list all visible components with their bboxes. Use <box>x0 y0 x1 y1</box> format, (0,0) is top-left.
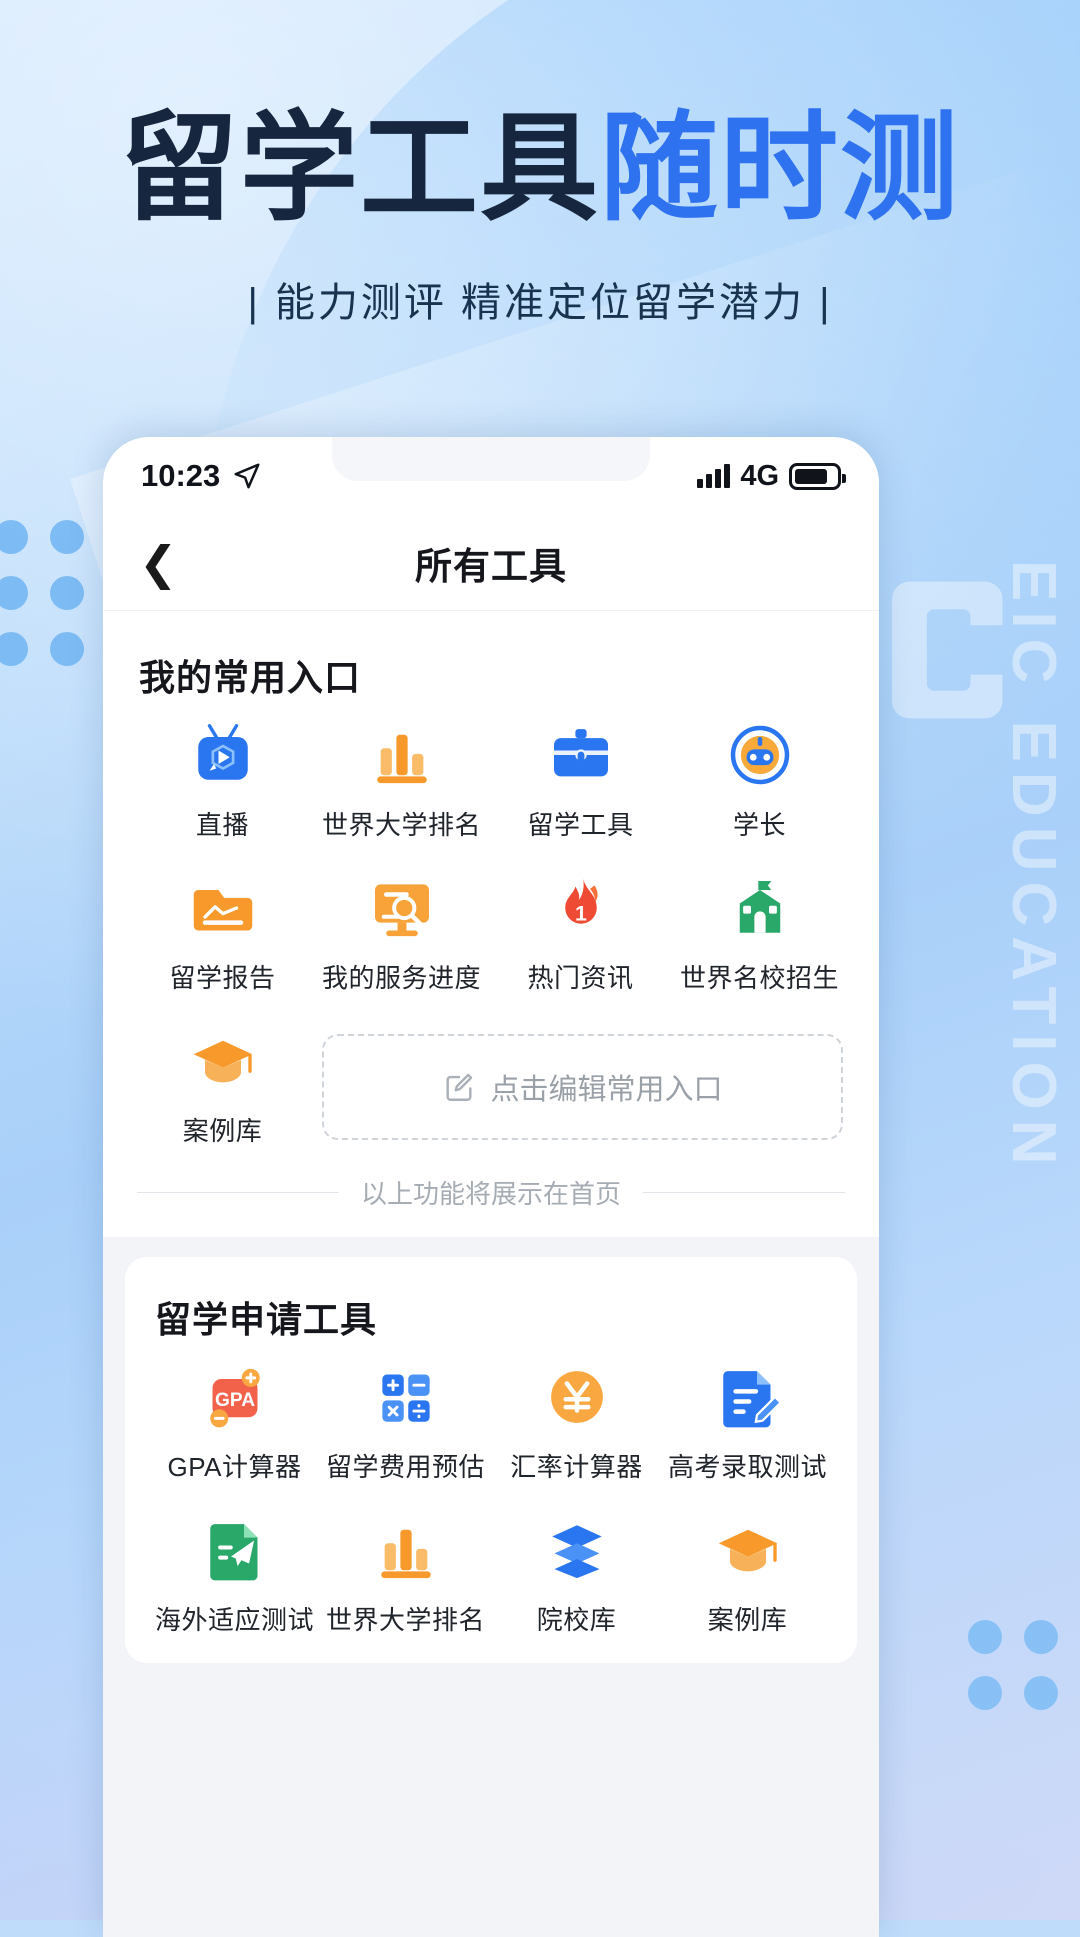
section-title-application-tools: 留学申请工具 <box>155 1299 378 1340</box>
status-bar: 10:23 4G <box>103 437 879 515</box>
signal-bars-icon <box>697 464 731 488</box>
toolbox-icon <box>553 729 608 777</box>
graduation-cap-icon <box>193 1040 252 1083</box>
tool-tile-graduation-cap[interactable]: 案例库 <box>133 1025 312 1148</box>
status-time: 10:23 <box>141 458 221 493</box>
tool-tile-currency-yen[interactable]: 汇率计算器 <box>491 1361 662 1484</box>
bar-chart-icon <box>376 734 427 784</box>
graduation-cap-icon <box>718 1529 777 1572</box>
tool-tile-label: 热门资讯 <box>527 963 634 993</box>
tool-tile-senior-avatar[interactable]: 学长 <box>670 719 849 842</box>
airplane-test-icon <box>209 1524 257 1581</box>
svg-text:GPA: GPA <box>215 1390 255 1411</box>
svg-text:1: 1 <box>575 901 587 925</box>
screen-body[interactable]: 我的常用入口 直播 世界大学排名 留学工具 学长 留学报告 我的服务进度 1 热… <box>103 611 879 1937</box>
poster-headline: 留学工具随时测 <box>0 107 1080 232</box>
campus-icon <box>739 881 780 933</box>
edit-square-icon <box>446 1073 473 1101</box>
currency-yen-icon <box>550 1371 603 1423</box>
decorative-dot-grid-left <box>0 520 84 666</box>
section-title-my-shortcuts: 我的常用入口 <box>139 657 362 698</box>
page-title: 所有工具 <box>415 545 567 587</box>
tool-tile-graduation-cap[interactable]: 案例库 <box>662 1514 833 1637</box>
exam-paper-icon <box>722 1371 782 1428</box>
tool-tile-label: 世界名校招生 <box>679 963 839 993</box>
tool-tile-label: 我的服务进度 <box>321 963 481 993</box>
tool-tile-monitor-search[interactable]: 我的服务进度 <box>312 872 491 995</box>
shortcut-grid: 直播 世界大学排名 留学工具 学长 留学报告 我的服务进度 1 热门资讯 世界名… <box>133 719 849 1148</box>
live-tv-icon <box>197 724 248 780</box>
tool-tile-label: 留学报告 <box>169 963 276 993</box>
phone-notch <box>332 437 650 481</box>
edit-shortcuts-button[interactable]: 点击编辑常用入口 <box>322 1033 843 1140</box>
tool-tile-calculator[interactable]: 留学费用预估 <box>320 1361 491 1484</box>
edit-shortcuts-label: 点击编辑常用入口 <box>490 1073 723 1106</box>
tool-tile-campus[interactable]: 世界名校招生 <box>670 872 849 995</box>
monitor-search-icon <box>374 884 429 937</box>
tool-tile-label: 世界大学排名 <box>321 810 481 840</box>
flame-icon: 1 <box>564 878 598 925</box>
tool-tile-label: GPA计算器 <box>167 1452 302 1482</box>
section-footer-hint: 以上功能将展示在首页 <box>137 1174 846 1211</box>
tool-tile-report-folder[interactable]: 留学报告 <box>133 872 312 995</box>
bar-chart-icon <box>380 1529 431 1579</box>
tool-tile-label: 案例库 <box>182 1116 263 1146</box>
tool-tile-label: 直播 <box>195 810 249 840</box>
decorative-dot-grid-right <box>968 1620 1080 1710</box>
application-tools-grid: GPA GPA计算器 留学费用预估 汇率计算器 高考录取测试 海外适应测试 世界… <box>149 1361 833 1637</box>
section-my-shortcuts: 我的常用入口 直播 世界大学排名 留学工具 学长 留学报告 我的服务进度 1 热… <box>103 611 879 1237</box>
calculator-icon <box>381 1374 430 1422</box>
report-folder-icon <box>193 890 252 931</box>
hint-text: 以上功能将展示在首页 <box>361 1179 622 1209</box>
tool-tile-label: 留学工具 <box>527 810 634 840</box>
tool-tile-airplane-test[interactable]: 海外适应测试 <box>149 1514 320 1637</box>
back-button[interactable]: ❮ <box>139 540 178 586</box>
network-type-label: 4G <box>740 459 779 492</box>
section-application-tools: 留学申请工具 GPA GPA计算器 留学费用预估 汇率计算器 高考录取测试 海外… <box>125 1257 857 1663</box>
brand-watermark-text: EIC EDUCATION <box>999 560 1068 1175</box>
tool-tile-label: 世界大学排名 <box>325 1605 485 1635</box>
subtitle-bar-left: | <box>247 281 261 325</box>
hint-divider-left <box>137 1192 339 1193</box>
gpa-calculator-icon: GPA <box>209 1368 260 1428</box>
tool-tile-bar-chart[interactable]: 世界大学排名 <box>320 1514 491 1637</box>
tool-tile-label: 留学费用预估 <box>325 1452 485 1482</box>
subtitle-bar-right: | <box>819 281 833 325</box>
headline-part-dark: 留学工具 <box>119 103 600 235</box>
tool-tile-label: 汇率计算器 <box>510 1452 643 1482</box>
tool-tile-label: 案例库 <box>707 1605 788 1635</box>
headline-part-blue: 随时测 <box>600 103 961 235</box>
tool-tile-label: 院校库 <box>536 1605 617 1635</box>
battery-icon <box>789 462 846 490</box>
tool-tile-label: 海外适应测试 <box>154 1605 314 1635</box>
tool-tile-gpa-calculator[interactable]: GPA GPA计算器 <box>149 1361 320 1484</box>
location-arrow-icon <box>234 463 260 489</box>
phone-mockup: 10:23 4G ❮ 所有工具 我的常用入口 直播 世界大学排名 留学工具 学长… <box>103 437 879 1937</box>
senior-avatar-icon <box>730 725 789 785</box>
tool-tile-toolbox[interactable]: 留学工具 <box>491 719 670 842</box>
tool-tile-exam-paper[interactable]: 高考录取测试 <box>662 1361 833 1484</box>
tool-tile-flame[interactable]: 1 热门资讯 <box>491 872 670 995</box>
tool-tile-label: 高考录取测试 <box>667 1452 827 1482</box>
subtitle-text: 能力测评 精准定位留学潜力 <box>274 281 806 325</box>
poster-subtitle: | 能力测评 精准定位留学潜力 | <box>0 270 1080 328</box>
tool-tile-live-tv[interactable]: 直播 <box>133 719 312 842</box>
hint-divider-right <box>643 1192 846 1193</box>
tool-tile-label: 学长 <box>732 810 786 840</box>
nav-bar: ❮ 所有工具 <box>103 515 879 611</box>
tool-tile-school-books[interactable]: 院校库 <box>491 1514 662 1637</box>
tool-tile-bar-chart[interactable]: 世界大学排名 <box>312 719 491 842</box>
school-books-icon <box>551 1525 602 1579</box>
